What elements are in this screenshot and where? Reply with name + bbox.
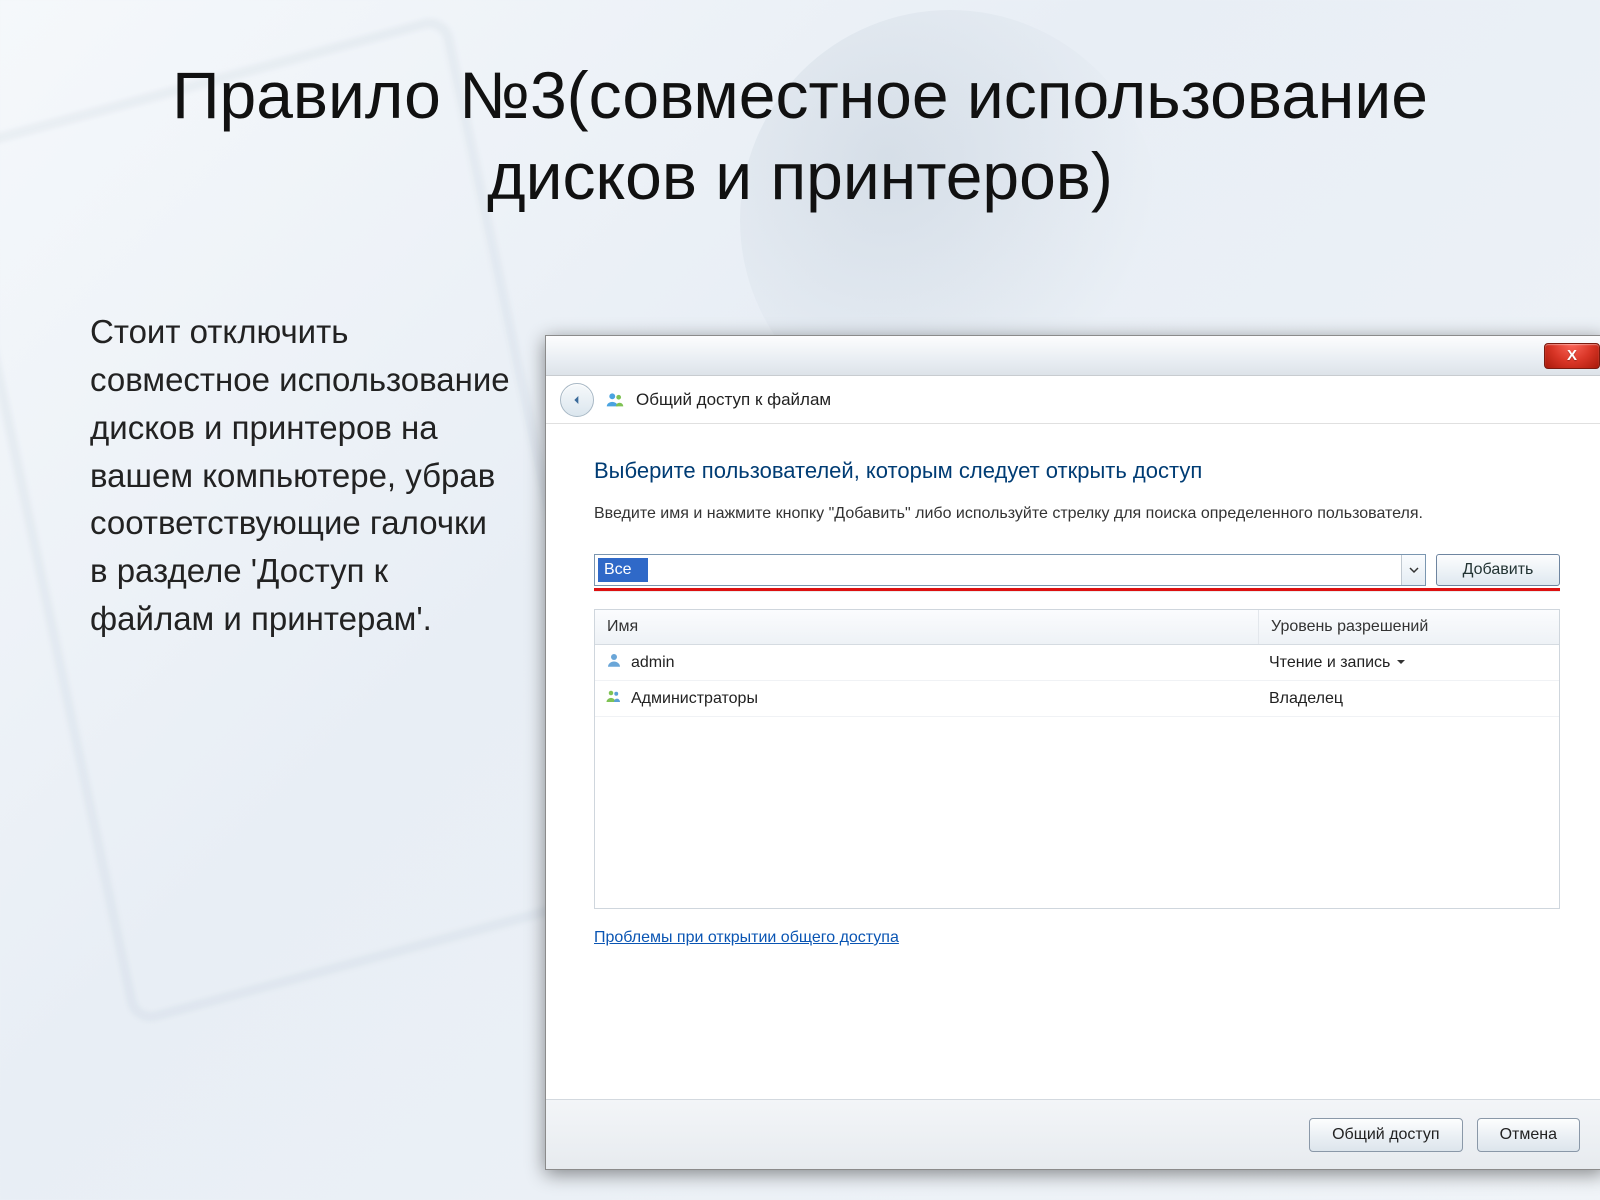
content-subtext: Введите имя и нажмите кнопку "Добавить" … bbox=[594, 502, 1560, 526]
close-button[interactable]: X bbox=[1544, 343, 1600, 369]
row-name: Администраторы bbox=[631, 690, 758, 708]
share-button[interactable]: Общий доступ bbox=[1309, 1118, 1463, 1152]
titlebar: X bbox=[546, 336, 1600, 376]
permission-dropdown[interactable] bbox=[1396, 654, 1406, 672]
file-sharing-dialog: X Общий доступ к файлам Выберите пользов… bbox=[545, 335, 1600, 1170]
help-link-row: Проблемы при открытии общего доступа bbox=[594, 929, 1560, 947]
cancel-button[interactable]: Отмена bbox=[1477, 1118, 1580, 1152]
column-permission-header[interactable]: Уровень разрешений bbox=[1259, 610, 1559, 644]
table-row[interactable]: admin Чтение и запись bbox=[595, 645, 1559, 681]
combobox-value[interactable]: Все bbox=[598, 558, 648, 582]
column-name-header[interactable]: Имя bbox=[595, 610, 1259, 644]
add-button[interactable]: Добавить bbox=[1436, 554, 1560, 586]
dialog-content: Выберите пользователей, которым следует … bbox=[546, 424, 1600, 965]
row-permission: Владелец bbox=[1269, 690, 1343, 708]
user-combobox[interactable]: Все bbox=[594, 554, 1426, 586]
slide-title: Правило №3(совместное использование диск… bbox=[0, 55, 1600, 216]
dialog-footer: Общий доступ Отмена bbox=[546, 1099, 1600, 1169]
chevron-down-icon bbox=[1409, 565, 1419, 575]
people-icon bbox=[604, 389, 626, 411]
dialog-title: Общий доступ к файлам bbox=[636, 390, 831, 410]
highlight-underline bbox=[594, 588, 1560, 591]
combobox-dropdown[interactable] bbox=[1401, 555, 1425, 585]
navigation-bar: Общий доступ к файлам bbox=[546, 376, 1600, 424]
row-name: admin bbox=[631, 654, 675, 672]
user-input-row: Все Добавить bbox=[594, 554, 1560, 586]
group-icon bbox=[605, 687, 623, 710]
troubleshoot-link[interactable]: Проблемы при открытии общего доступа bbox=[594, 929, 899, 946]
back-button[interactable] bbox=[560, 383, 594, 417]
permissions-table: Имя Уровень разрешений admin Чтение и за… bbox=[594, 609, 1560, 909]
row-permission: Чтение и запись bbox=[1269, 654, 1390, 672]
chevron-down-icon bbox=[1396, 657, 1406, 667]
arrow-left-icon bbox=[569, 392, 585, 408]
slide-body-text: Стоит отключить совместное использование… bbox=[90, 308, 510, 643]
user-icon bbox=[605, 651, 623, 674]
table-row[interactable]: Администраторы Владелец bbox=[595, 681, 1559, 717]
close-icon: X bbox=[1567, 347, 1577, 364]
content-heading: Выберите пользователей, которым следует … bbox=[594, 458, 1560, 484]
table-header: Имя Уровень разрешений bbox=[595, 610, 1559, 645]
